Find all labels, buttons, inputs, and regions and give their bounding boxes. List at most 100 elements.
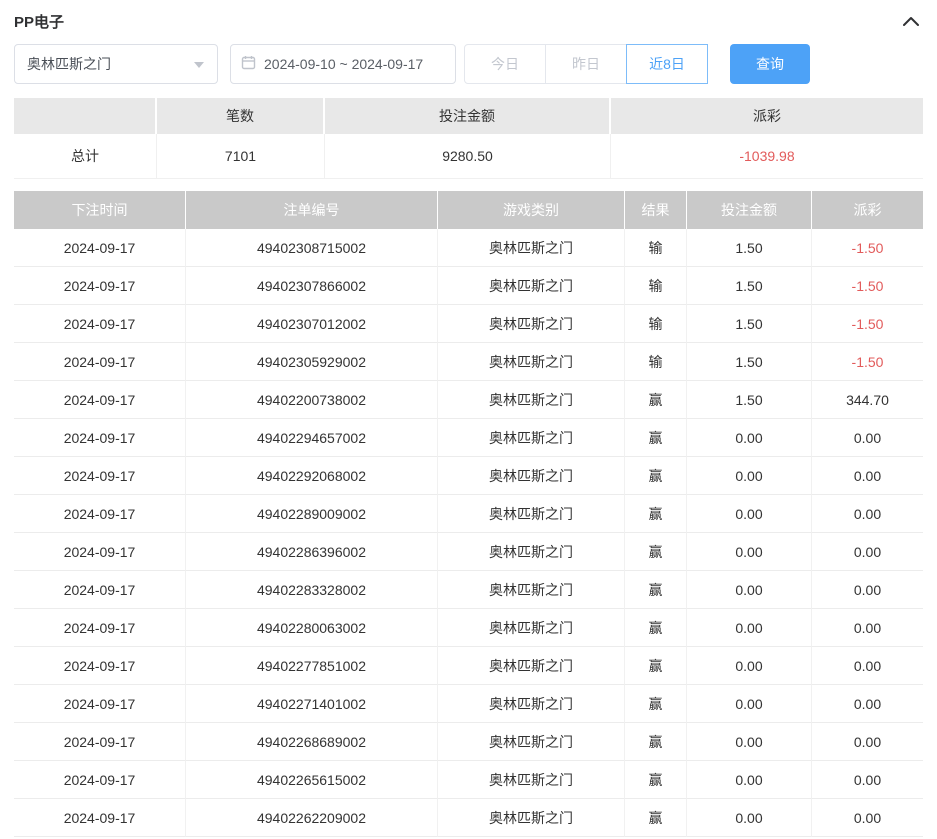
cell-bet-time: 2024-09-17 (14, 609, 186, 647)
yesterday-button[interactable]: 昨日 (545, 44, 627, 84)
summary-total-row: 总计 7101 9280.50 -1039.98 (14, 134, 923, 179)
cell-bet-amount: 0.00 (687, 799, 812, 837)
cell-payout: 0.00 (812, 685, 923, 723)
last-8-days-button[interactable]: 近8日 (626, 44, 708, 84)
cell-bet-amount: 0.00 (687, 761, 812, 799)
cell-bet-amount: 0.00 (687, 609, 812, 647)
header-order-number: 注单编号 (186, 191, 438, 229)
cell-result: 赢 (625, 419, 687, 457)
summary-total-bet-amount: 9280.50 (325, 134, 611, 179)
cell-result: 输 (625, 267, 687, 305)
cell-game-category: 奥林匹斯之门 (438, 343, 625, 381)
date-range-input[interactable]: 2024-09-10 ~ 2024-09-17 (230, 44, 456, 84)
cell-bet-amount: 0.00 (687, 419, 812, 457)
table-row: 2024-09-17 49402265615002 奥林匹斯之门 赢 0.00 … (14, 761, 923, 799)
quick-date-button-group: 今日 昨日 近8日 (464, 44, 708, 84)
table-row: 2024-09-17 49402289009002 奥林匹斯之门 赢 0.00 … (14, 495, 923, 533)
cell-game-category: 奥林匹斯之门 (438, 305, 625, 343)
cell-bet-amount: 0.00 (687, 571, 812, 609)
cell-result: 赢 (625, 723, 687, 761)
table-row: 2024-09-17 49402271401002 奥林匹斯之门 赢 0.00 … (14, 685, 923, 723)
cell-order-number: 49402262209002 (186, 799, 438, 837)
cell-bet-time: 2024-09-17 (14, 761, 186, 799)
cell-payout: 0.00 (812, 495, 923, 533)
cell-game-category: 奥林匹斯之门 (438, 571, 625, 609)
page-title: PP电子 (14, 11, 64, 32)
cell-bet-time: 2024-09-17 (14, 799, 186, 837)
filter-bar: 奥林匹斯之门 2024-09-10 ~ 2024-09-17 今日 昨日 近8日… (14, 44, 923, 84)
cell-game-category: 奥林匹斯之门 (438, 609, 625, 647)
cell-order-number: 49402292068002 (186, 457, 438, 495)
cell-payout: 0.00 (812, 761, 923, 799)
cell-order-number: 49402305929002 (186, 343, 438, 381)
cell-bet-time: 2024-09-17 (14, 343, 186, 381)
table-row: 2024-09-17 49402308715002 奥林匹斯之门 输 1.50 … (14, 229, 923, 267)
cell-bet-time: 2024-09-17 (14, 381, 186, 419)
bet-table: 下注时间 注单编号 游戏类别 结果 投注金额 派彩 2024-09-17 494… (14, 191, 923, 837)
cell-payout: 0.00 (812, 533, 923, 571)
cell-game-category: 奥林匹斯之门 (438, 267, 625, 305)
collapse-chevron-up-icon[interactable] (899, 12, 923, 30)
cell-order-number: 49402283328002 (186, 571, 438, 609)
cell-result: 赢 (625, 685, 687, 723)
bet-table-body: 2024-09-17 49402308715002 奥林匹斯之门 输 1.50 … (14, 229, 923, 837)
cell-game-category: 奥林匹斯之门 (438, 533, 625, 571)
cell-payout: 0.00 (812, 571, 923, 609)
table-row: 2024-09-17 49402283328002 奥林匹斯之门 赢 0.00 … (14, 571, 923, 609)
game-select-value: 奥林匹斯之门 (27, 54, 111, 74)
cell-bet-time: 2024-09-17 (14, 495, 186, 533)
cell-game-category: 奥林匹斯之门 (438, 419, 625, 457)
search-button[interactable]: 查询 (730, 44, 810, 84)
today-button[interactable]: 今日 (464, 44, 546, 84)
cell-result: 赢 (625, 495, 687, 533)
pp-electronic-panel: PP电子 奥林匹斯之门 2024-09-10 ~ 2024-09-17 今日 昨… (0, 0, 937, 839)
cell-bet-amount: 1.50 (687, 343, 812, 381)
cell-bet-amount: 0.00 (687, 533, 812, 571)
cell-result: 赢 (625, 647, 687, 685)
cell-result: 赢 (625, 799, 687, 837)
cell-bet-time: 2024-09-17 (14, 457, 186, 495)
summary-total-payout: -1039.98 (611, 134, 923, 179)
table-row: 2024-09-17 49402292068002 奥林匹斯之门 赢 0.00 … (14, 457, 923, 495)
summary-header-payout: 派彩 (611, 98, 923, 134)
cell-bet-time: 2024-09-17 (14, 571, 186, 609)
cell-bet-amount: 1.50 (687, 381, 812, 419)
game-select[interactable]: 奥林匹斯之门 (14, 44, 218, 84)
cell-order-number: 49402268689002 (186, 723, 438, 761)
cell-game-category: 奥林匹斯之门 (438, 495, 625, 533)
date-range-value: 2024-09-10 ~ 2024-09-17 (264, 56, 423, 72)
cell-bet-amount: 0.00 (687, 647, 812, 685)
table-row: 2024-09-17 49402305929002 奥林匹斯之门 输 1.50 … (14, 343, 923, 381)
cell-payout: -1.50 (812, 267, 923, 305)
cell-bet-time: 2024-09-17 (14, 685, 186, 723)
cell-bet-amount: 1.50 (687, 267, 812, 305)
cell-order-number: 49402286396002 (186, 533, 438, 571)
table-row: 2024-09-17 49402268689002 奥林匹斯之门 赢 0.00 … (14, 723, 923, 761)
summary-header-row: 笔数 投注金额 派彩 (14, 98, 923, 134)
cell-result: 赢 (625, 533, 687, 571)
cell-bet-amount: 0.00 (687, 723, 812, 761)
cell-order-number: 49402307866002 (186, 267, 438, 305)
cell-game-category: 奥林匹斯之门 (438, 799, 625, 837)
cell-bet-amount: 0.00 (687, 457, 812, 495)
summary-header-count: 笔数 (157, 98, 325, 134)
cell-game-category: 奥林匹斯之门 (438, 381, 625, 419)
cell-result: 赢 (625, 457, 687, 495)
cell-payout: 0.00 (812, 723, 923, 761)
summary-header-blank (14, 98, 157, 134)
table-row: 2024-09-17 49402307012002 奥林匹斯之门 输 1.50 … (14, 305, 923, 343)
table-row: 2024-09-17 49402262209002 奥林匹斯之门 赢 0.00 … (14, 799, 923, 837)
panel-header: PP电子 (14, 8, 923, 34)
chevron-down-icon (193, 56, 205, 72)
table-row: 2024-09-17 49402277851002 奥林匹斯之门 赢 0.00 … (14, 647, 923, 685)
summary-total-count: 7101 (157, 134, 325, 179)
cell-payout: 0.00 (812, 647, 923, 685)
cell-payout: -1.50 (812, 343, 923, 381)
cell-result: 赢 (625, 761, 687, 799)
summary-total-label: 总计 (14, 134, 157, 179)
cell-game-category: 奥林匹斯之门 (438, 457, 625, 495)
cell-bet-time: 2024-09-17 (14, 647, 186, 685)
cell-bet-time: 2024-09-17 (14, 533, 186, 571)
cell-order-number: 49402271401002 (186, 685, 438, 723)
header-bet-time: 下注时间 (14, 191, 186, 229)
